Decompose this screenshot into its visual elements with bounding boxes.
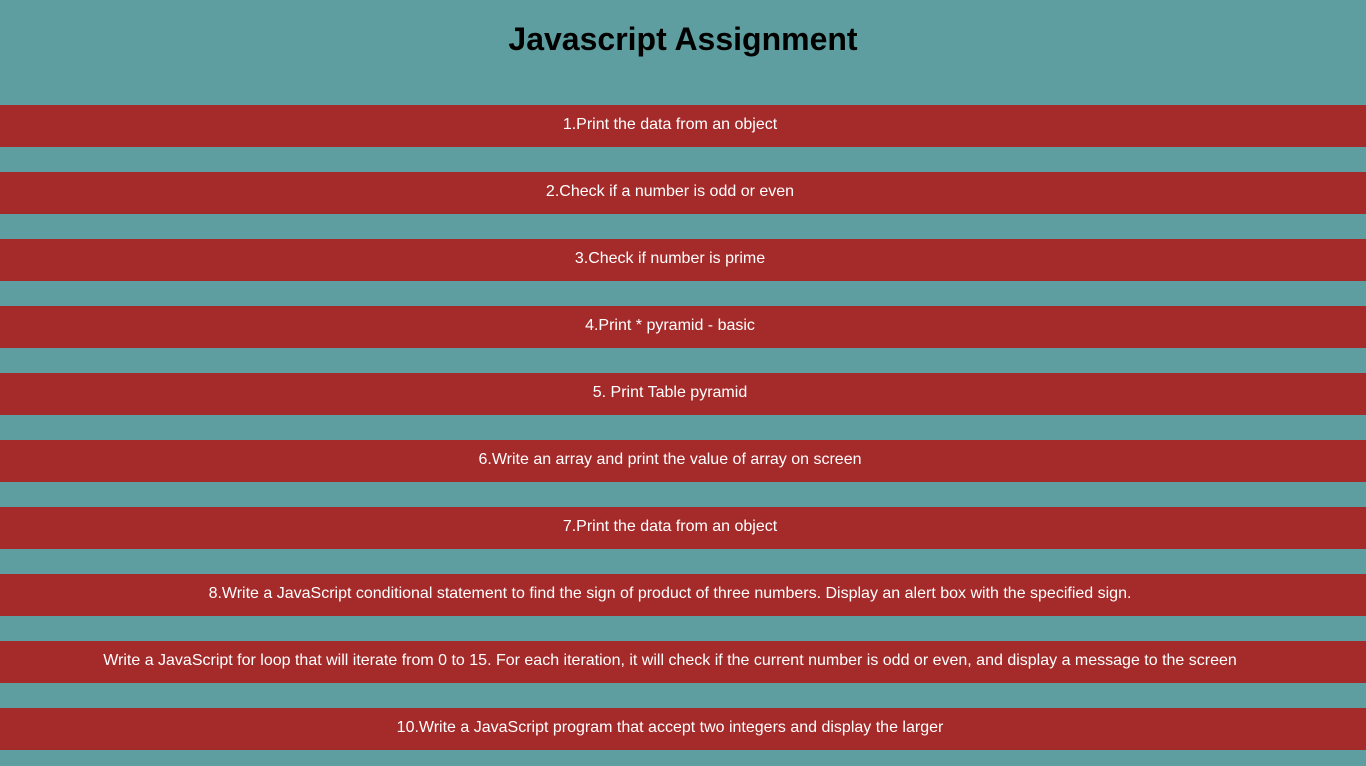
assignment-link-1[interactable]: 1.Print the data from an object	[0, 105, 1366, 147]
page: Javascript Assignment 1.Print the data f…	[0, 0, 1366, 766]
assignment-link-8[interactable]: 8.Write a JavaScript conditional stateme…	[0, 574, 1366, 616]
assignment-link-7[interactable]: 7.Print the data from an object	[0, 507, 1366, 549]
assignment-list: 1.Print the data from an object 2.Check …	[0, 105, 1366, 766]
assignment-link-3[interactable]: 3.Check if number is prime	[0, 239, 1366, 281]
assignment-link-9[interactable]: Write a JavaScript for loop that will it…	[0, 641, 1366, 683]
assignment-label: 1.Print the data from an object	[562, 116, 778, 133]
page-title: Javascript Assignment	[508, 21, 858, 57]
assignment-link-6[interactable]: 6.Write an array and print the value of …	[0, 440, 1366, 482]
assignment-label: 5. Print Table pyramid	[592, 384, 748, 401]
assignment-label: 10.Write a JavaScript program that accep…	[396, 719, 944, 736]
assignment-label: Write a JavaScript for loop that will it…	[103, 652, 1237, 669]
assignment-link-2[interactable]: 2.Check if a number is odd or even	[0, 172, 1366, 214]
assignment-label: 2.Check if a number is odd or even	[545, 183, 795, 200]
assignment-label: 7.Print the data from an object	[562, 518, 778, 535]
assignment-label: 3.Check if number is prime	[574, 250, 766, 267]
assignment-label: 8.Write a JavaScript conditional stateme…	[208, 585, 1132, 602]
assignment-label: 6.Write an array and print the value of …	[478, 451, 862, 468]
assignment-link-5[interactable]: 5. Print Table pyramid	[0, 373, 1366, 415]
assignment-link-4[interactable]: 4.Print * pyramid - basic	[0, 306, 1366, 348]
assignment-link-10[interactable]: 10.Write a JavaScript program that accep…	[0, 708, 1366, 750]
assignment-label: 4.Print * pyramid - basic	[585, 317, 755, 334]
